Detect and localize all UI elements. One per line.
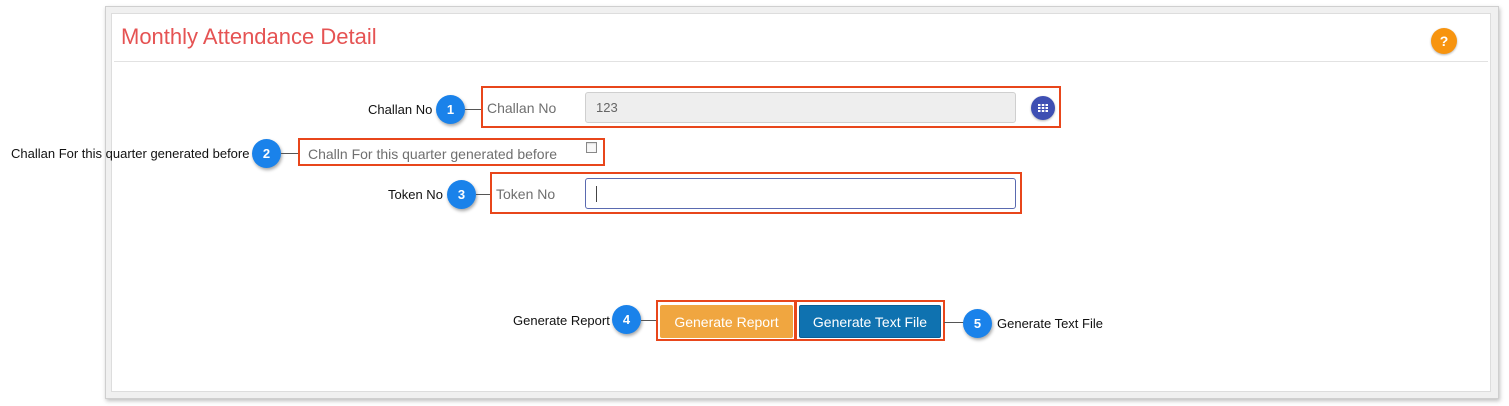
header-divider bbox=[114, 61, 1488, 62]
annotation-badge-2: 2 bbox=[252, 139, 281, 168]
grid-list-icon bbox=[1038, 104, 1048, 112]
annotation-badge-1: 1 bbox=[436, 95, 465, 124]
annotation-connector-5 bbox=[944, 322, 964, 323]
annotation-connector-4 bbox=[641, 320, 657, 321]
generate-text-file-button[interactable]: Generate Text File bbox=[799, 305, 941, 338]
annotation-label-5: Generate Text File bbox=[997, 316, 1103, 331]
generate-report-button[interactable]: Generate Report bbox=[660, 305, 793, 338]
text-caret bbox=[596, 185, 597, 202]
token-no-input[interactable] bbox=[585, 178, 1016, 209]
annotation-badge-5: 5 bbox=[963, 309, 992, 338]
challan-no-label: Challan No bbox=[487, 100, 557, 116]
annotation-label-1: Challan No bbox=[368, 102, 433, 117]
annotation-badge-3: 3 bbox=[447, 180, 476, 209]
annotation-label-4: Generate Report bbox=[513, 313, 610, 328]
token-no-label: Token No bbox=[496, 186, 556, 202]
annotation-label-2: Challan For this quarter generated befor… bbox=[11, 146, 250, 161]
generated-before-label: Challn For this quarter generated before bbox=[308, 146, 558, 162]
annotation-badge-4: 4 bbox=[612, 305, 641, 334]
help-icon[interactable]: ? bbox=[1431, 28, 1457, 54]
challan-lookup-button[interactable] bbox=[1031, 96, 1055, 120]
page-title: Monthly Attendance Detail bbox=[121, 24, 377, 49]
challan-no-input[interactable]: 123 bbox=[585, 92, 1016, 123]
annotation-label-3: Token No bbox=[388, 187, 443, 202]
generated-before-checkbox[interactable] bbox=[586, 142, 597, 153]
annotation-connector-2 bbox=[281, 153, 299, 154]
